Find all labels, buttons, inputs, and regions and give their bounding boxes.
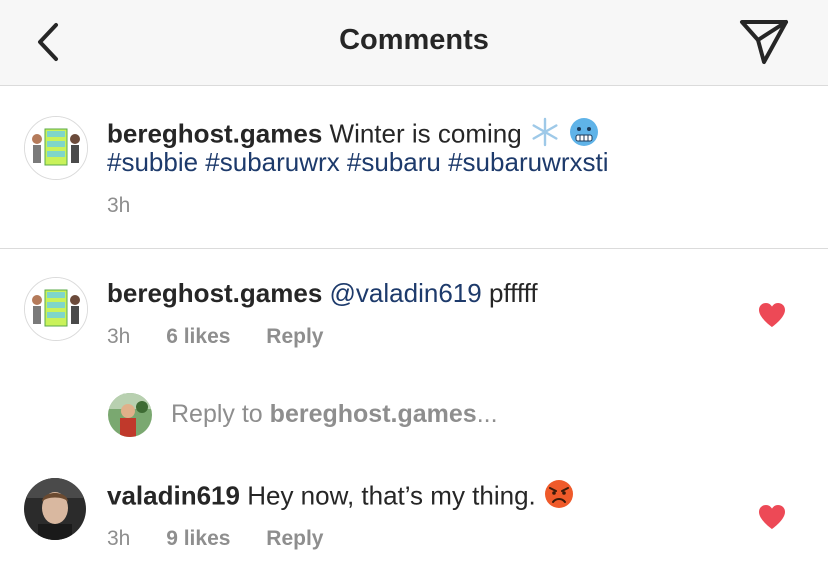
reply-button[interactable]: Reply [266, 325, 323, 348]
caption-hashtags[interactable]: #subbie #subaruwrx #subaru #subaruwrxsti [107, 146, 609, 178]
avatar[interactable] [24, 478, 86, 540]
header-bar: Comments [0, 0, 828, 86]
reply-prefix: Reply to [171, 400, 263, 428]
paper-plane-icon [740, 20, 788, 64]
comment-text: Hey now, that’s my thing. [247, 480, 536, 511]
comment-text-line: valadin619 Hey now, that’s my thing. [107, 478, 575, 517]
comment-timestamp: 3h [107, 325, 131, 348]
like-button[interactable] [758, 302, 786, 328]
reply-button[interactable]: Reply [266, 527, 323, 550]
comment-text-line: bereghost.games @valadin619 pfffff [107, 277, 538, 309]
heart-icon [759, 303, 785, 327]
caption-timestamp: 3h [107, 194, 131, 217]
likes-count[interactable]: 6 likes [166, 325, 230, 348]
reply-suffix: ... [476, 400, 498, 428]
comment-meta: 3h 6 likes Reply [107, 325, 323, 349]
like-button[interactable] [758, 504, 786, 530]
caption-username[interactable]: bereghost.games [107, 118, 322, 148]
reply-input[interactable]: Reply to bereghost.games... [171, 400, 498, 429]
caption-text: Winter is coming [329, 118, 522, 149]
reply-target: bereghost.games [269, 400, 477, 428]
page-title: Comments [339, 24, 489, 56]
avatar[interactable] [24, 277, 88, 341]
comment-username[interactable]: valadin619 [107, 480, 240, 510]
comment-meta: 3h 9 likes Reply [107, 527, 323, 551]
likes-count[interactable]: 9 likes [166, 527, 230, 550]
avatar [108, 393, 152, 437]
share-button[interactable] [736, 16, 792, 68]
avatar[interactable] [24, 116, 88, 180]
heart-icon [759, 505, 785, 529]
comment-username[interactable]: bereghost.games [107, 278, 322, 308]
post-caption: bereghost.games Winter is coming #subbie… [0, 86, 828, 249]
angry-face-emoji-icon [543, 478, 575, 517]
comment-timestamp: 3h [107, 527, 131, 550]
comment-mention[interactable]: @valadin619 [330, 278, 482, 308]
comment-text: pfffff [488, 278, 538, 308]
